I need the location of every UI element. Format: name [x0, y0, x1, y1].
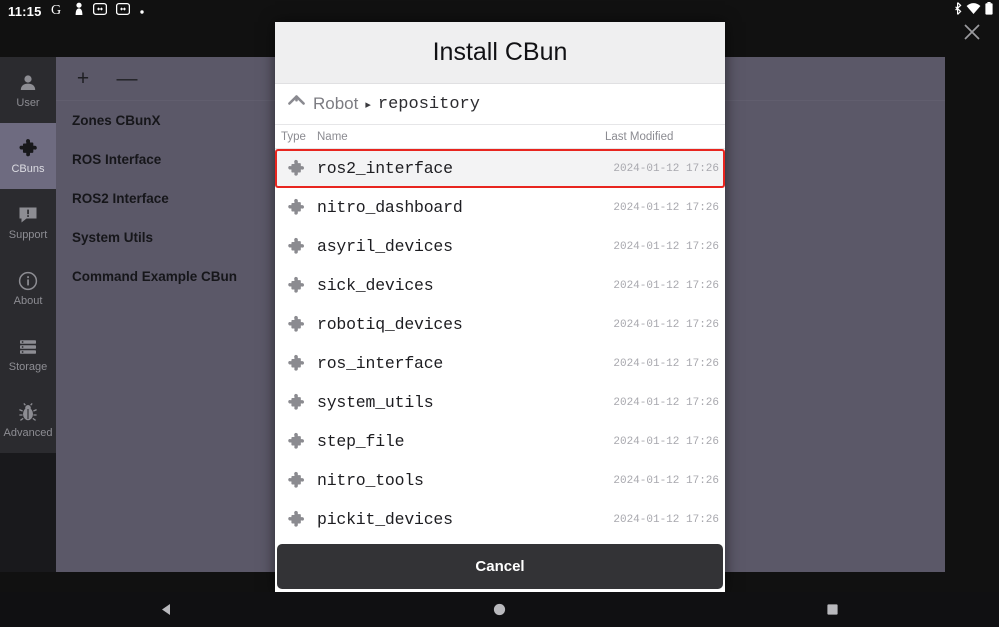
puzzle-icon — [275, 159, 317, 179]
puzzle-icon — [275, 315, 317, 335]
breadcrumb-root[interactable]: Robot — [313, 94, 358, 114]
table-row[interactable]: system_utils 2024-01-12 17:26 — [275, 383, 725, 422]
file-modified: 2024-01-12 17:26 — [613, 357, 719, 370]
file-modified: 2024-01-12 17:26 — [613, 396, 719, 409]
cancel-button[interactable]: Cancel — [277, 544, 723, 589]
app-sidebar: User CBuns Support About Storage Advance… — [0, 57, 56, 572]
sidebar-item-storage[interactable]: Storage — [0, 321, 56, 387]
table-row[interactable]: nitro_tools 2024-01-12 17:26 — [275, 461, 725, 500]
back-triangle-icon[interactable] — [137, 602, 197, 617]
file-name: sick_devices — [317, 276, 434, 295]
dot-icon — [139, 2, 145, 20]
file-table-header: Type Name Last Modified — [275, 125, 725, 149]
puzzle-icon — [275, 471, 317, 491]
file-name: ros2_interface — [317, 159, 453, 178]
table-row[interactable]: nitro_dashboard 2024-01-12 17:26 — [275, 188, 725, 227]
file-name: asyril_devices — [317, 237, 453, 256]
file-modified: 2024-01-12 17:26 — [613, 318, 719, 331]
table-row[interactable]: robotiq_devices 2024-01-12 17:26 — [275, 305, 725, 344]
puzzle-icon — [275, 276, 317, 296]
breadcrumb-current: repository — [377, 94, 480, 114]
table-row[interactable]: asyril_devices 2024-01-12 17:26 — [275, 227, 725, 266]
puzzle-icon — [275, 393, 317, 413]
sidebar-item-about[interactable]: About — [0, 255, 56, 321]
file-modified: 2024-01-12 17:26 — [613, 513, 719, 526]
file-modified: 2024-01-12 17:26 — [613, 435, 719, 448]
support-chat-icon — [17, 204, 39, 226]
user-icon — [17, 72, 39, 94]
info-icon — [17, 270, 39, 292]
file-modified: 2024-01-12 17:26 — [613, 240, 719, 253]
file-modified: 2024-01-12 17:26 — [613, 201, 719, 214]
google-icon: G — [51, 2, 65, 21]
bug-icon — [17, 402, 39, 424]
sidebar-item-label: CBuns — [11, 162, 45, 175]
home-circle-icon[interactable] — [470, 602, 530, 617]
home-chevron-icon[interactable] — [287, 92, 306, 116]
add-cbun-button[interactable]: + — [72, 68, 94, 89]
column-header-name: Name — [317, 130, 348, 143]
close-icon[interactable] — [959, 19, 985, 45]
wifi-icon — [966, 2, 981, 20]
file-name: ros_interface — [317, 354, 444, 373]
dialog-footer: Cancel — [275, 544, 725, 592]
column-header-modified: Last Modified — [605, 130, 674, 143]
sidebar-item-label: Advanced — [3, 426, 53, 439]
table-row[interactable]: pickit_devices 2024-01-12 17:26 — [275, 500, 725, 539]
sidebar-item-label: About — [13, 294, 43, 307]
screen-root: 11:15 G User CBuns Support About Storage… — [0, 0, 999, 627]
file-name: nitro_tools — [317, 471, 424, 490]
sync-badge-icon — [92, 2, 107, 21]
person-pin-icon — [74, 2, 84, 21]
sidebar-item-advanced[interactable]: Advanced — [0, 387, 56, 453]
puzzle-icon — [275, 237, 317, 257]
sidebar-filler — [0, 453, 56, 572]
sidebar-item-cbuns[interactable]: CBuns — [0, 123, 56, 189]
status-clock: 11:15 — [8, 3, 42, 19]
table-row[interactable]: ros2_interface 2024-01-12 17:26 — [275, 149, 725, 188]
file-modified: 2024-01-12 17:26 — [613, 279, 719, 292]
sidebar-item-support[interactable]: Support — [0, 189, 56, 255]
breadcrumb: Robot ▸ repository — [275, 84, 725, 125]
puzzle-icon — [275, 354, 317, 374]
table-row[interactable]: sick_devices 2024-01-12 17:26 — [275, 266, 725, 305]
sidebar-item-label: User — [16, 96, 40, 109]
table-row[interactable]: ros_interface 2024-01-12 17:26 — [275, 344, 725, 383]
table-row[interactable]: step_file 2024-01-12 17:26 — [275, 422, 725, 461]
status-bar-left: 11:15 G — [0, 2, 145, 21]
sidebar-item-label: Support — [8, 228, 48, 241]
android-nav-bar — [0, 592, 999, 627]
column-header-type: Type — [281, 130, 306, 143]
dialog-title: Install CBun — [275, 22, 725, 84]
puzzle-icon — [275, 432, 317, 452]
sidebar-item-user[interactable]: User — [0, 57, 56, 123]
breadcrumb-separator-icon: ▸ — [365, 98, 371, 111]
file-name: step_file — [317, 432, 405, 451]
puzzle-icon — [275, 510, 317, 530]
android-status-bar: 11:15 G — [0, 0, 999, 22]
file-list[interactable]: ros2_interface 2024-01-12 17:26 nitro_da… — [275, 149, 725, 544]
sidebar-item-label: Storage — [8, 360, 48, 373]
recents-square-icon[interactable] — [803, 602, 863, 617]
file-name: pickit_devices — [317, 510, 453, 529]
file-name: robotiq_devices — [317, 315, 463, 334]
file-modified: 2024-01-12 17:26 — [613, 474, 719, 487]
install-cbun-dialog: Install CBun Robot ▸ repository Type Nam… — [275, 22, 725, 592]
storage-icon — [17, 336, 39, 358]
file-name: system_utils — [317, 393, 434, 412]
puzzle-icon — [17, 138, 39, 160]
file-modified: 2024-01-12 17:26 — [613, 162, 719, 175]
sync-badge-icon — [115, 2, 130, 21]
battery-icon — [985, 2, 993, 20]
bluetooth-icon — [954, 2, 962, 20]
svg-text:G: G — [51, 3, 61, 16]
file-name: nitro_dashboard — [317, 198, 463, 217]
remove-cbun-button[interactable]: — — [116, 68, 138, 89]
puzzle-icon — [275, 198, 317, 218]
